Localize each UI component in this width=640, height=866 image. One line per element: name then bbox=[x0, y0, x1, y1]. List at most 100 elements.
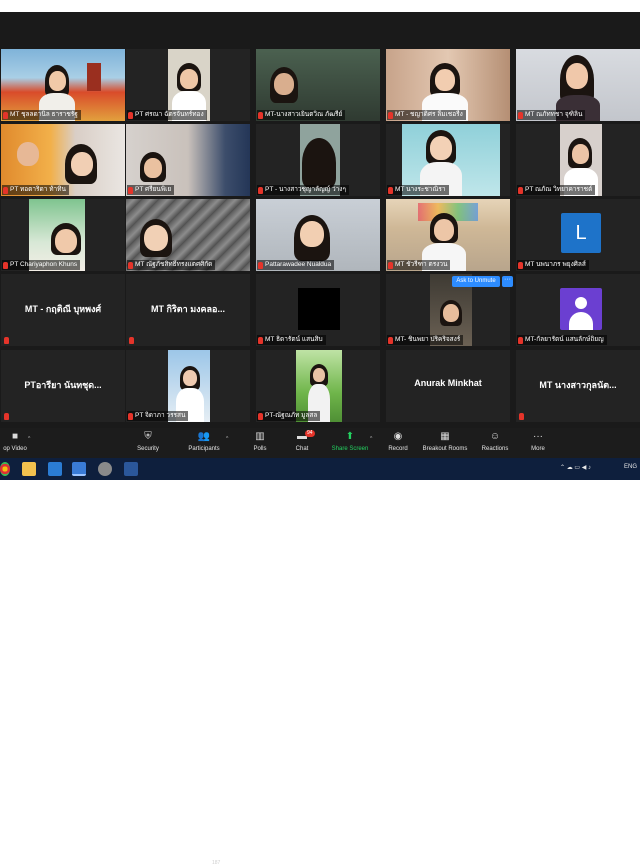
word-icon[interactable] bbox=[124, 462, 138, 476]
participant-name: MT- ชินพยา ปริคริจสงร์ bbox=[387, 335, 464, 345]
window-top-strip bbox=[0, 0, 640, 12]
chat-button[interactable]: ▬ Chat 94 bbox=[290, 430, 315, 452]
muted-mic-icon bbox=[258, 336, 263, 344]
participant-tile[interactable]: MT นางสาวกุลนัต... bbox=[516, 350, 640, 422]
participant-tile[interactable]: Anurak Minkhat bbox=[386, 350, 510, 422]
participant-name: MT ชัวรีฑา ตรงวน bbox=[387, 260, 451, 270]
stop-video-button[interactable]: ■ op Video bbox=[0, 431, 30, 452]
participant-tile[interactable]: PT ณภัณ วิทยาคาราชต์ bbox=[516, 124, 640, 196]
chat-unread-badge: 94 bbox=[305, 430, 315, 437]
participant-tile[interactable]: L MT นพนาภร พยุงศิลส์ bbox=[516, 199, 640, 271]
muted-mic-icon bbox=[3, 186, 8, 194]
share-options-caret[interactable]: ^ bbox=[370, 436, 372, 442]
participant-name: MT นพนาภร พยุงศิลส์ bbox=[517, 260, 589, 270]
breakout-rooms-button[interactable]: ▦ Breakout Rooms bbox=[420, 431, 470, 452]
participant-tile[interactable]: MT-นางสาวเยินตวิณ ภัฒรีย์ bbox=[256, 49, 380, 121]
participant-name: MT ณัฐภัชสิทธิ์ทรงแตศศิกัด bbox=[127, 260, 216, 270]
participant-tile[interactable]: MT ณภัททชา จุฑิลิน bbox=[516, 49, 640, 121]
participant-name: PT - นางสาวชุญาลัญญ์ ว่างๆ bbox=[257, 185, 349, 195]
participant-tile[interactable]: PT ศรณา ฉัตรจันทร์ทอง bbox=[126, 49, 250, 121]
language-indicator[interactable]: ENG bbox=[624, 464, 637, 470]
participant-tile[interactable]: MT กิริตา มงคลอ... bbox=[126, 274, 250, 346]
muted-mic-icon bbox=[388, 336, 393, 344]
participant-name: MT ธิดารัตน์ แสนสิบ bbox=[257, 335, 326, 345]
participant-name: MT - ชญาดิศร ลิ้มเชอรืง bbox=[387, 110, 466, 120]
participant-tile[interactable]: MT-กัลยารัตน์ แสนลักษ์ถิยญ bbox=[516, 274, 640, 346]
participant-tile[interactable]: PT จิดาภา วรรสน bbox=[126, 350, 250, 422]
participant-name: PT Chariyaphon Khuns bbox=[2, 260, 81, 270]
participant-display-name: MT - กฤติณี บุหพงศ์ bbox=[24, 304, 102, 314]
more-options-button[interactable]: ··· bbox=[502, 276, 513, 287]
participant-tile[interactable]: Pattarawadee Nualdua bbox=[256, 199, 380, 271]
mail-icon[interactable] bbox=[48, 462, 62, 476]
participant-name: MT-นางสาวเยินตวิณ ภัฒรีย์ bbox=[257, 110, 346, 120]
muted-mic-icon bbox=[518, 261, 523, 269]
participant-tile[interactable]: MT ธิดารัตน์ แสนสิบ bbox=[256, 274, 380, 346]
participant-tile[interactable]: MT - ชญาดิศร ลิ้มเชอรืง bbox=[386, 49, 510, 121]
meeting-header-bar bbox=[0, 12, 640, 48]
muted-mic-icon bbox=[518, 111, 523, 119]
muted-mic-icon bbox=[388, 186, 393, 194]
participants-button[interactable]: 👥 Participants bbox=[184, 431, 224, 452]
chrome-icon[interactable] bbox=[0, 462, 10, 476]
participant-name: MT นางระชาณิรา bbox=[387, 185, 449, 195]
windows-taskbar: ⌃ ☁ ▭ ◀ ♪ ENG bbox=[0, 458, 640, 480]
participant-tile[interactable]: MT ชุลลดานิล ธาราชรัฐ bbox=[1, 49, 125, 121]
participant-tile[interactable]: PT ศรียนพิเย bbox=[126, 124, 250, 196]
participant-tile[interactable]: PT ทอตาริดา ท้าทิน bbox=[1, 124, 125, 196]
record-icon: ◉ bbox=[393, 431, 403, 442]
default-avatar-icon bbox=[560, 288, 602, 330]
muted-mic-icon bbox=[258, 412, 263, 420]
participant-tile[interactable]: MT นางระชาณิรา bbox=[386, 124, 510, 196]
muted-mic-icon bbox=[519, 413, 524, 420]
participant-name: PT-ณัฐณภัท มูลสล bbox=[257, 411, 321, 421]
participant-tile[interactable]: PT - นางสาวชุญาลัญญ์ ว่างๆ bbox=[256, 124, 380, 196]
participant-name: PT ณภัณ วิทยาคาราชต์ bbox=[517, 185, 596, 195]
participant-tile[interactable]: PTอารียา นันทชุด... bbox=[1, 350, 125, 422]
participant-tile[interactable]: MT ชัวรีฑา ตรงวน bbox=[386, 199, 510, 271]
participant-name: MT ณภัททชา จุฑิลิน bbox=[517, 110, 586, 120]
muted-mic-icon bbox=[518, 336, 523, 344]
participant-tile[interactable]: MT ณัฐภัชสิทธิ์ทรงแตศศิกัด bbox=[126, 199, 250, 271]
video-options-caret[interactable]: ^ bbox=[28, 436, 30, 442]
participant-display-name: Anurak Minkhat bbox=[414, 378, 482, 388]
polls-button[interactable]: ▥ Polls bbox=[248, 431, 272, 452]
file-explorer-icon[interactable] bbox=[22, 462, 36, 476]
muted-mic-icon bbox=[128, 186, 133, 194]
record-button[interactable]: ◉ Record bbox=[384, 431, 412, 452]
muted-mic-icon bbox=[388, 111, 393, 119]
zoom-meeting-window: MT ชุลลดานิล ธาราชรัฐ PT ศรณา ฉัตรจันทร์… bbox=[0, 0, 640, 866]
muted-mic-icon bbox=[4, 337, 9, 344]
muted-mic-icon bbox=[388, 261, 393, 269]
participant-display-name: MT กิริตา มงคลอ... bbox=[151, 304, 225, 314]
app-icon[interactable] bbox=[98, 462, 112, 476]
participant-name: PT จิดาภา วรรสน bbox=[127, 411, 189, 421]
zoom-taskbar-icon[interactable] bbox=[72, 462, 86, 476]
share-screen-button[interactable]: ⬆ Share Screen bbox=[330, 431, 370, 452]
participants-options-caret[interactable]: ^ bbox=[226, 436, 228, 442]
participant-tile[interactable]: MT - กฤติณี บุหพงศ์ bbox=[1, 274, 125, 346]
more-button[interactable]: ··· More bbox=[526, 431, 550, 452]
shield-icon: ⛨ bbox=[144, 431, 152, 442]
ask-to-unmute-button[interactable]: Ask to Unmute bbox=[452, 276, 500, 287]
ellipsis-icon: ··· bbox=[533, 431, 543, 442]
participant-name: PT ศรียนพิเย bbox=[127, 185, 175, 195]
bar-chart-icon: ▥ bbox=[255, 431, 265, 442]
participant-name: Pattarawadee Nualdua bbox=[257, 260, 335, 270]
participants-count: 187 bbox=[212, 860, 221, 866]
muted-mic-icon bbox=[258, 111, 263, 119]
participant-tile[interactable]: PT-ณัฐณภัท มูลสล bbox=[256, 350, 380, 422]
muted-mic-icon bbox=[128, 412, 133, 420]
muted-mic-icon bbox=[128, 111, 133, 119]
reactions-button[interactable]: ☺ Reactions bbox=[480, 431, 510, 452]
video-camera-icon: ■ bbox=[11, 431, 19, 442]
participant-display-name: PTอารียา นันทชุด... bbox=[24, 380, 102, 390]
muted-mic-icon bbox=[258, 261, 263, 269]
security-button[interactable]: ⛨ Security bbox=[132, 431, 164, 452]
participant-name: MT ชุลลดานิล ธาราชรัฐ bbox=[2, 110, 81, 120]
participant-tile[interactable]: PT Chariyaphon Khuns bbox=[1, 199, 125, 271]
participant-name: MT-กัลยารัตน์ แสนลักษ์ถิยญ bbox=[517, 335, 607, 345]
system-tray-icons[interactable]: ⌃ ☁ ▭ ◀ ♪ bbox=[560, 464, 591, 471]
breakout-rooms-icon: ▦ bbox=[440, 431, 450, 442]
video-off-placeholder bbox=[298, 288, 340, 330]
